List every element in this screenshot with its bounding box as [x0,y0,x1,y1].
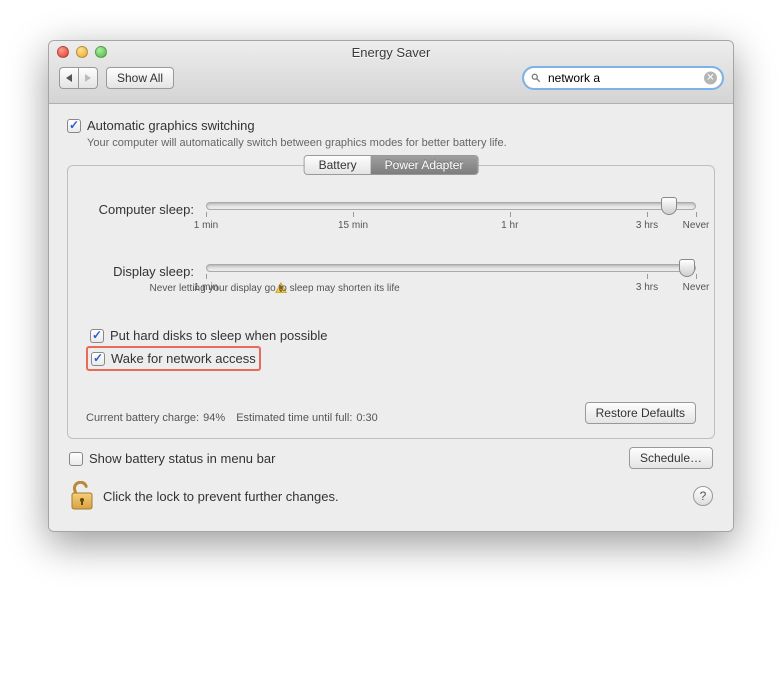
tick-never: Never [683,220,710,231]
display-sleep-row: Display sleep: 1 min Never let [86,264,696,296]
show-battery-menu-checkbox[interactable] [69,452,83,466]
lock-icon[interactable] [69,481,95,511]
back-button[interactable] [59,67,78,89]
show-battery-menu-row: Show battery status in menu bar [69,449,275,468]
tick2-never: Never [683,282,710,293]
tick-1hr: 1 hr [501,220,518,231]
footer-row: Show battery status in menu bar Schedule… [67,439,715,469]
wake-network-checkbox[interactable] [91,352,105,366]
computer-sleep-label: Computer sleep: [86,202,206,217]
auto-graphics-row: Automatic graphics switching [67,116,715,135]
auto-graphics-desc: Your computer will automatically switch … [87,137,715,149]
tick-15min: 15 min [338,220,368,231]
chevron-left-icon [66,74,72,82]
restore-defaults-button[interactable]: Restore Defaults [585,402,696,424]
wake-network-highlight: Wake for network access [86,346,261,371]
window-title: Energy Saver [49,45,733,61]
minimize-icon[interactable] [76,46,88,58]
search-field-wrap: ✕ [523,67,723,89]
display-sleep-label: Display sleep: [86,264,206,279]
tab-power-adapter[interactable]: Power Adapter [371,156,478,174]
schedule-button[interactable]: Schedule… [629,447,713,469]
content: Automatic graphics switching Your comput… [49,104,733,531]
tick-3hrs: 3 hrs [636,220,658,231]
hdd-sleep-row: Put hard disks to sleep when possible [90,326,696,345]
power-groupbox: Battery Power Adapter Computer sleep: [67,165,715,439]
traffic-lights [57,46,107,58]
display-sleep-warning: Never letting your display go to sleep m… [275,282,287,294]
show-battery-menu-label: Show battery status in menu bar [89,451,275,466]
nav-segmented [59,67,98,89]
tab-battery[interactable]: Battery [305,156,371,174]
lock-row: Click the lock to prevent further change… [67,469,715,515]
show-all-button[interactable]: Show All [106,67,174,89]
toolbar: Show All ✕ [49,61,733,97]
auto-graphics-label: Automatic graphics switching [87,118,255,133]
titlebar: Energy Saver Show All ✕ [49,41,733,104]
hdd-sleep-label: Put hard disks to sleep when possible [110,328,328,343]
hdd-sleep-checkbox[interactable] [90,329,104,343]
chevron-right-icon [85,74,91,82]
help-button[interactable]: ? [693,486,713,506]
close-icon[interactable] [57,46,69,58]
auto-graphics-checkbox[interactable] [67,119,81,133]
energy-saver-window: Energy Saver Show All ✕ Automatic graphi… [48,40,734,532]
search-input[interactable] [523,67,723,89]
wake-network-row: Wake for network access [91,349,256,368]
computer-sleep-slider[interactable] [206,202,696,210]
lock-message: Click the lock to prevent further change… [103,489,339,504]
power-tabs: Battery Power Adapter [304,155,479,175]
display-sleep-slider[interactable] [206,264,696,272]
wake-network-label: Wake for network access [111,351,256,366]
computer-sleep-row: Computer sleep: 1 min 15 min [86,202,696,234]
forward-button [78,67,98,89]
search-icon [531,73,541,83]
tick2-3hrs: 3 hrs [636,282,658,293]
tick-1min: 1 min [194,220,218,231]
zoom-icon[interactable] [95,46,107,58]
clear-search-icon[interactable]: ✕ [704,72,717,85]
